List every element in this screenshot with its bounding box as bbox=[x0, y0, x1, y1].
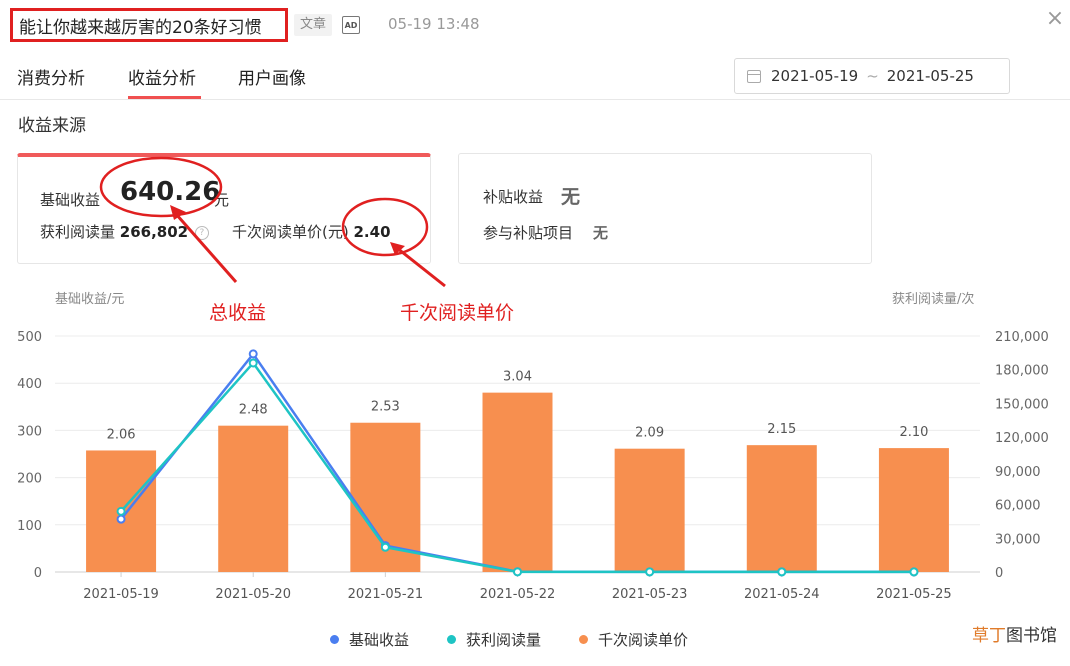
right-tick-label: 30,000 bbox=[995, 532, 1041, 547]
bar-rpm bbox=[218, 425, 289, 572]
legend-dot-orange bbox=[579, 635, 589, 644]
legend-dot-blue bbox=[330, 635, 339, 644]
watermark-part1: 草丁 bbox=[972, 626, 1006, 646]
right-tick-label: 150,000 bbox=[995, 397, 1049, 412]
right-tick-label: 120,000 bbox=[995, 431, 1049, 446]
legend-item-reads[interactable]: 获利阅读量 bbox=[447, 629, 541, 650]
right-tick-label: 180,000 bbox=[995, 364, 1049, 379]
legend-item-base-income[interactable]: 基础收益 bbox=[330, 629, 409, 650]
right-tick-label: 210,000 bbox=[995, 330, 1049, 345]
bar-value-label: 2.15 bbox=[767, 422, 796, 437]
legend-dot-teal bbox=[447, 635, 457, 644]
right-tick-label: 0 bbox=[995, 566, 1003, 581]
point-reads bbox=[645, 567, 655, 577]
point-reads bbox=[380, 542, 390, 552]
right-tick-label: 60,000 bbox=[995, 499, 1041, 514]
right-tick-label: 90,000 bbox=[995, 465, 1041, 480]
left-tick-label: 300 bbox=[17, 424, 42, 439]
legend-label: 千次阅读单价 bbox=[598, 631, 689, 649]
x-tick-label: 2021-05-22 bbox=[480, 587, 556, 602]
bar-value-label: 2.06 bbox=[107, 427, 136, 442]
x-tick-label: 2021-05-19 bbox=[83, 587, 159, 602]
x-tick-label: 2021-05-24 bbox=[744, 587, 820, 602]
x-tick-label: 2021-05-20 bbox=[215, 587, 291, 602]
bar-rpm bbox=[878, 448, 949, 572]
legend-item-rpm[interactable]: 千次阅读单价 bbox=[579, 629, 688, 650]
left-tick-label: 0 bbox=[34, 566, 42, 581]
bar-value-label: 2.53 bbox=[371, 400, 400, 415]
point-reads bbox=[513, 567, 522, 577]
income-analysis-panel: 能让你越来越厉害的20条好习惯 文章 AD 05-19 13:48 × 消费分析… bbox=[0, 0, 1070, 666]
point-reads bbox=[777, 567, 787, 577]
legend-label: 获利阅读量 bbox=[466, 631, 542, 649]
bar-rpm bbox=[614, 448, 685, 572]
x-tick-label: 2021-05-21 bbox=[348, 587, 424, 602]
bar-value-label: 2.09 bbox=[635, 426, 664, 441]
bar-value-label: 2.10 bbox=[899, 425, 928, 440]
bar-rpm bbox=[746, 445, 817, 572]
left-tick-label: 500 bbox=[17, 330, 42, 345]
bar-value-label: 3.04 bbox=[503, 370, 532, 385]
legend-label: 基础收益 bbox=[349, 631, 410, 649]
watermark: 草丁图书馆 bbox=[972, 621, 1057, 646]
bar-rpm bbox=[482, 392, 553, 572]
point-reads bbox=[248, 358, 258, 368]
point-base-income bbox=[116, 514, 126, 524]
left-tick-label: 400 bbox=[17, 377, 42, 392]
chart-legend: 基础收益 获利阅读量 千次阅读单价 bbox=[330, 629, 688, 650]
x-tick-label: 2021-05-25 bbox=[876, 587, 952, 602]
point-base-income bbox=[248, 349, 258, 359]
left-tick-label: 200 bbox=[17, 472, 42, 487]
point-reads bbox=[116, 506, 126, 516]
watermark-part2: 图书馆 bbox=[1006, 626, 1057, 646]
left-tick-label: 100 bbox=[17, 519, 42, 534]
point-reads bbox=[909, 567, 919, 577]
bar-value-label: 2.48 bbox=[239, 403, 268, 418]
income-chart: 0 100 200 300 400 500 0 30,000 60,000 90,000 120,0… bbox=[17, 330, 1049, 602]
x-tick-label: 2021-05-23 bbox=[612, 587, 688, 602]
